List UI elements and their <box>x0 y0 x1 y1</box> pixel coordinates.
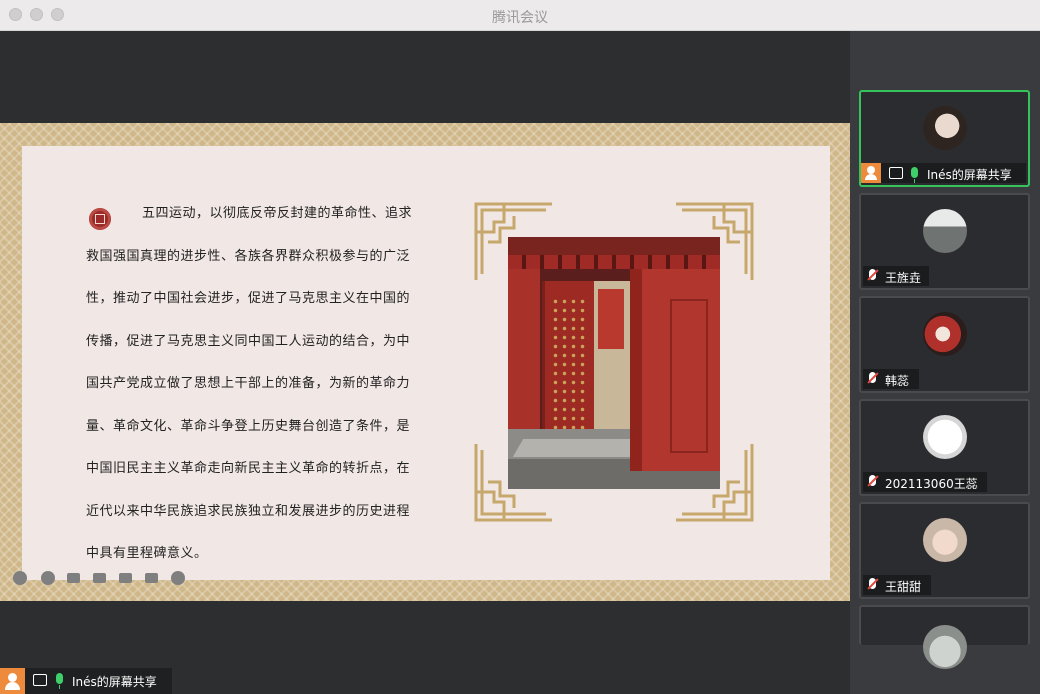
participant-name-tag: 王旌垚 <box>863 266 929 286</box>
focus-icon[interactable] <box>93 573 106 583</box>
person-icon <box>861 163 881 183</box>
avatar <box>923 625 967 669</box>
slide-paper: 五四运动，以彻底反帝反封建的革命性、追求 救国强国真理的进步性、各族各界群众积极… <box>22 146 830 580</box>
participant-name-tag: Inés的屏幕共享 <box>861 163 1026 183</box>
avatar <box>923 106 967 150</box>
paragraph-line: 国共产党成立做了思想上干部上的准备，为新的革命力 <box>86 376 411 391</box>
participant-name-tag: 202113060王蕊 <box>863 472 987 492</box>
next-slide-icon[interactable] <box>41 571 55 585</box>
window-titlebar: 腾讯会议 <box>0 0 1040 31</box>
presenter-name: Inés的屏幕共享 <box>72 675 157 689</box>
paragraph-line: 中具有里程碑意义。 <box>86 546 208 561</box>
muted-microphone-icon <box>869 269 876 280</box>
participant-name: 202113060王蕊 <box>885 477 978 491</box>
microphone-icon <box>911 167 918 183</box>
participant-tile[interactable]: 202113060王蕊 <box>859 399 1030 496</box>
slide-paragraph: 五四运动，以彻底反帝反封建的革命性、追求 救国强国真理的进步性、各族各界群众积极… <box>86 202 430 585</box>
camera-icon[interactable] <box>119 573 132 583</box>
participant-tile-partial[interactable] <box>859 605 1030 669</box>
paragraph-line: 性，推动了中国社会进步，促进了马克思主义在中国的 <box>86 291 411 306</box>
paragraph-line: 传播，促进了马克思主义同中国工人运动的结合，为中 <box>86 333 411 349</box>
avatar <box>923 518 967 562</box>
screen-share-icon <box>33 674 47 686</box>
avatar <box>923 312 967 356</box>
microphone-icon <box>56 673 63 689</box>
person-icon <box>0 668 25 694</box>
paragraph-line: 量、革命文化、革命斗争登上历史舞台创造了条件，是 <box>86 418 411 434</box>
presenter-badge: Inés的屏幕共享 <box>0 668 172 694</box>
participant-tile[interactable]: 韩蕊 <box>859 296 1030 393</box>
participant-tile-presenter[interactable]: Inés的屏幕共享 <box>859 90 1030 187</box>
paragraph-line: 五四运动，以彻底反帝反封建的革命性、追求 <box>142 206 413 221</box>
shared-slide: 五四运动，以彻底反帝反封建的革命性、追求 救国强国真理的进步性、各族各界群众积极… <box>0 123 850 601</box>
palace-gate-photo <box>508 237 720 489</box>
avatar <box>923 209 967 253</box>
participant-tile[interactable]: 王旌垚 <box>859 193 1030 290</box>
paragraph-line: 救国强国真理的进步性、各族各界群众积极参与的广泛 <box>86 248 411 264</box>
window-title: 腾讯会议 <box>492 10 548 26</box>
paragraph-line: 中国旧民主主义革命走向新民主主义革命的转折点，在 <box>86 461 411 476</box>
participant-name: 韩蕊 <box>885 374 910 388</box>
participant-name: 王甜甜 <box>885 580 922 594</box>
muted-microphone-icon <box>869 475 876 486</box>
previous-slide-icon[interactable] <box>13 571 27 585</box>
participant-sidebar[interactable]: Inés的屏幕共享 王旌垚 韩蕊 202113060王蕊 王甜甜 <box>850 31 1040 694</box>
paragraph-line: 近代以来中华民族追求民族独立和发展进步的历史进程 <box>86 503 411 519</box>
participant-name-tag: 韩蕊 <box>863 369 919 389</box>
participant-name-tag: 王甜甜 <box>863 575 931 595</box>
participant-name: 王旌垚 <box>885 271 922 285</box>
subtitle-icon[interactable] <box>145 573 158 583</box>
pen-icon[interactable] <box>67 573 80 583</box>
avatar <box>923 415 967 459</box>
muted-microphone-icon <box>869 372 876 383</box>
participant-name: Inés的屏幕共享 <box>927 168 1012 182</box>
muted-microphone-icon <box>869 578 876 589</box>
participant-tile[interactable]: 王甜甜 <box>859 502 1030 599</box>
screen-share-icon <box>889 167 903 179</box>
more-options-icon[interactable] <box>171 571 185 585</box>
